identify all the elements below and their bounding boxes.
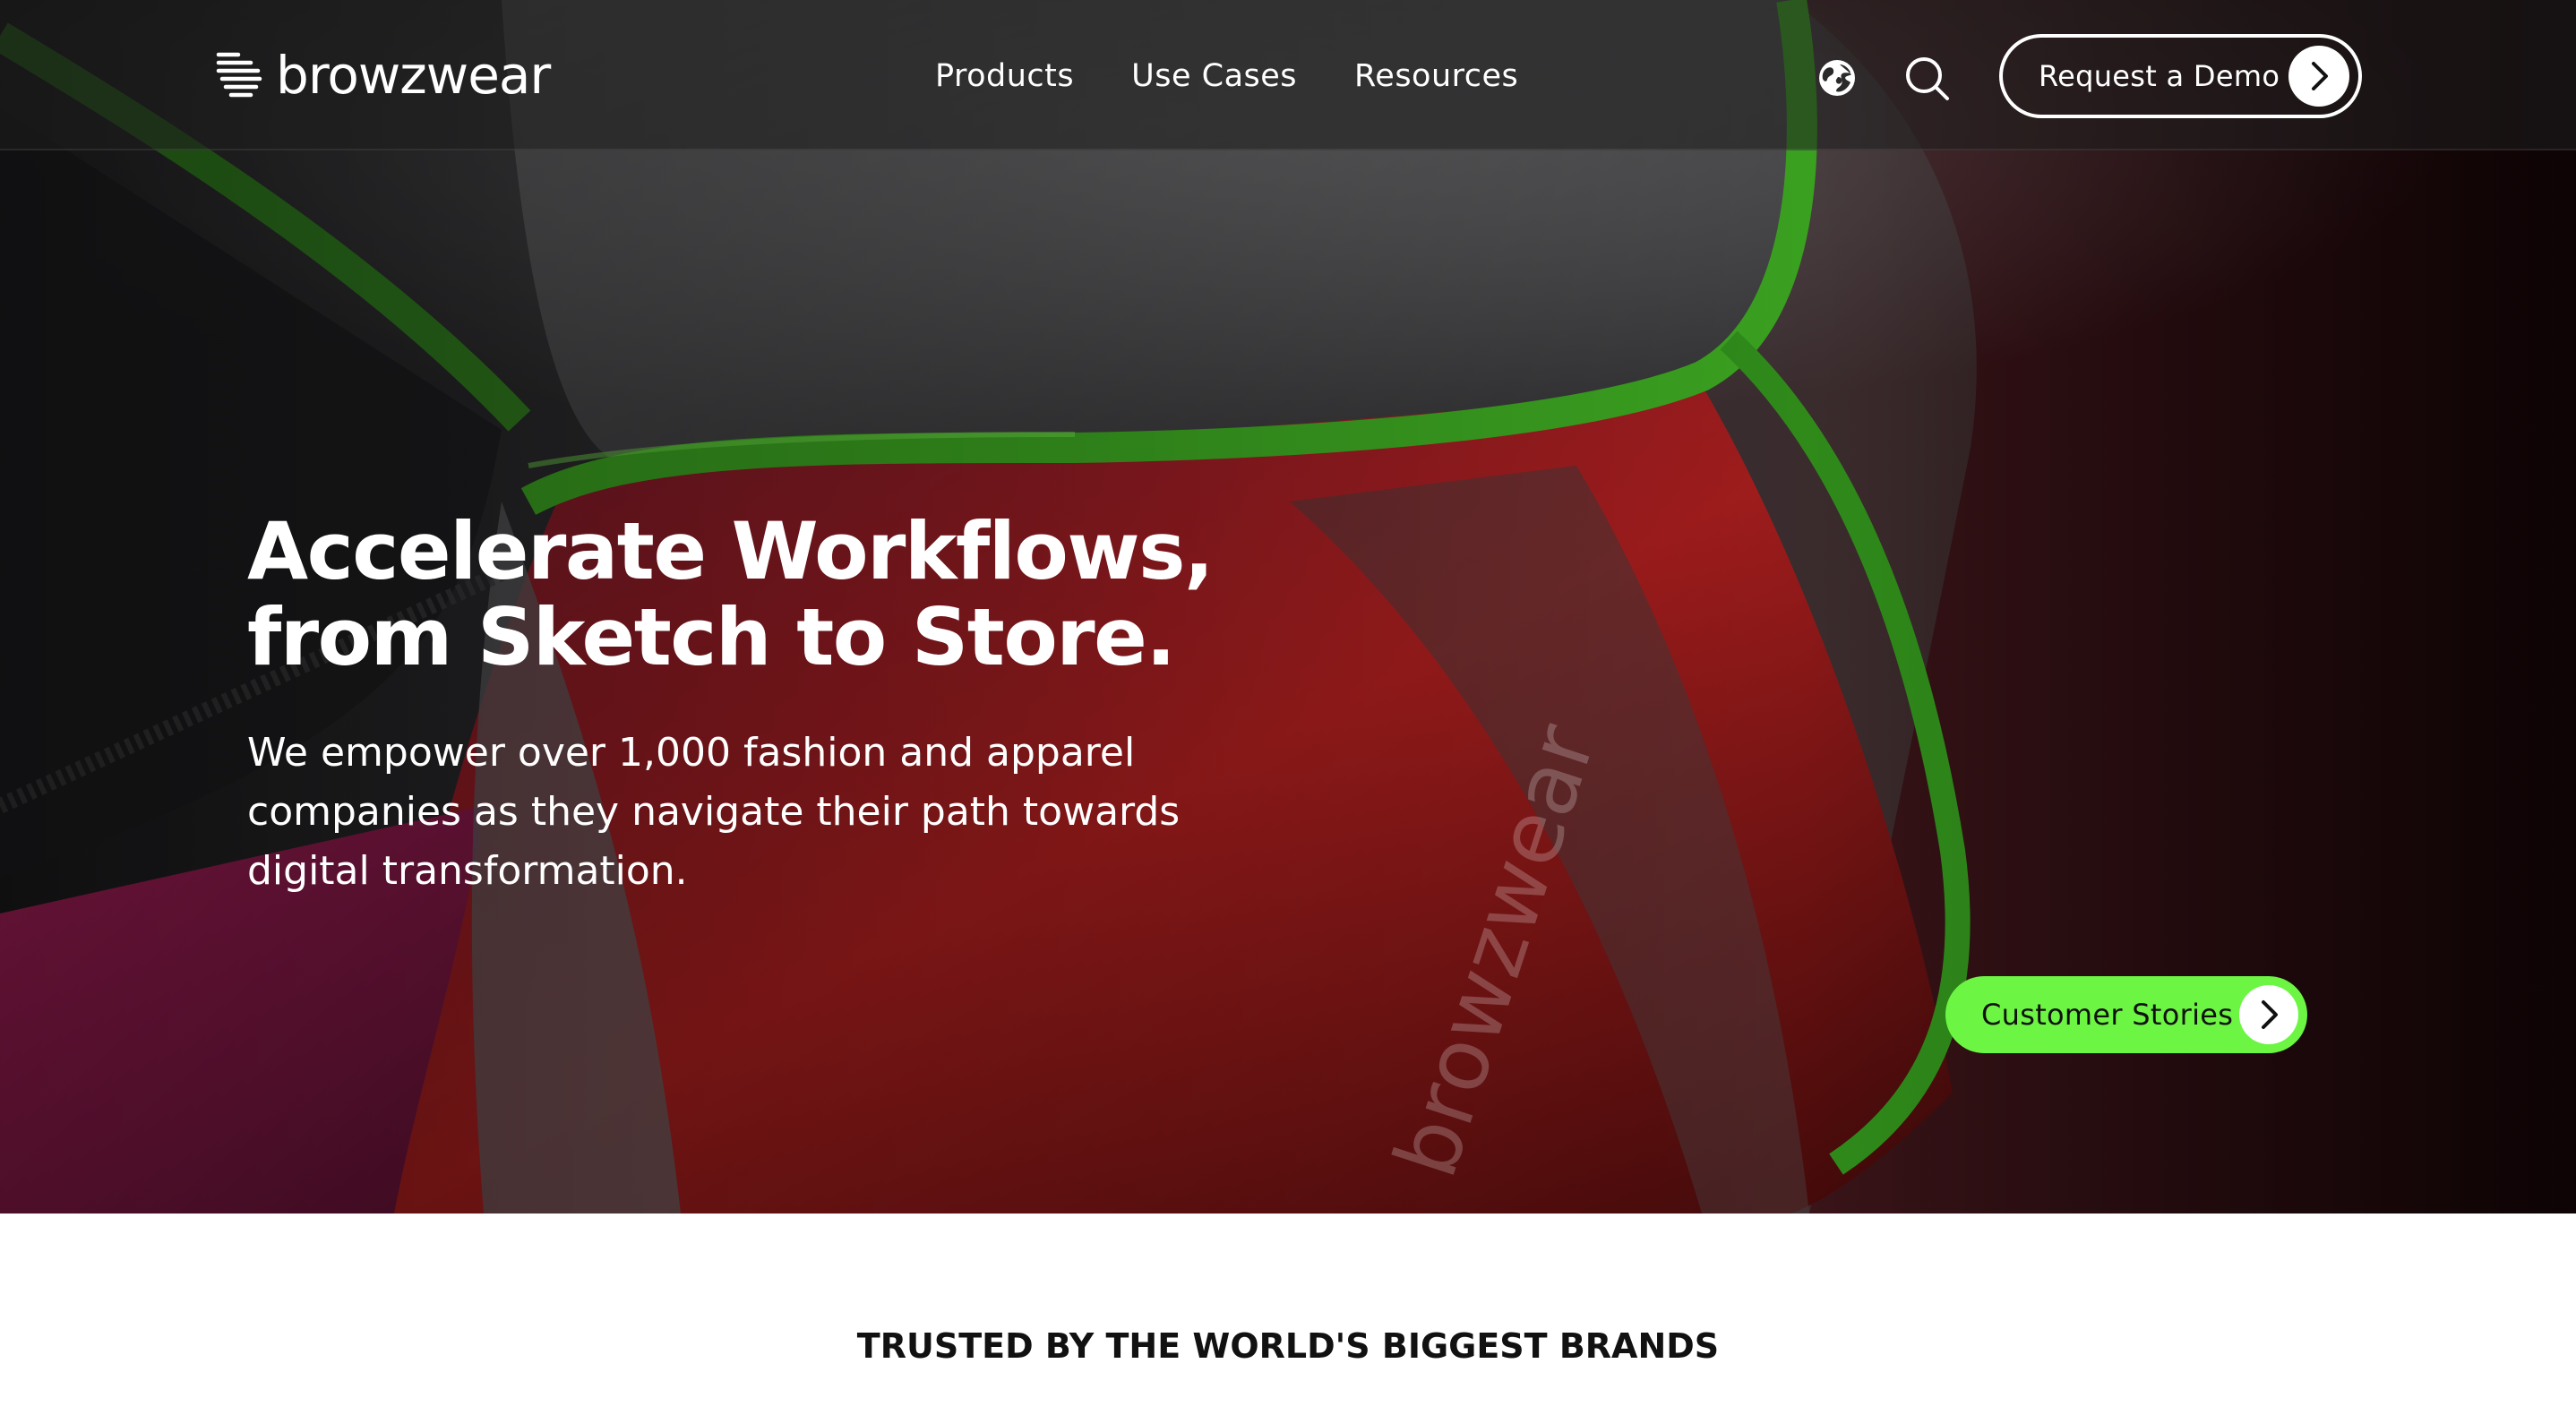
customer-stories-label: Customer Stories [1981, 998, 2234, 1032]
trusted-brands-heading: TRUSTED BY THE WORLD'S BIGGEST BRANDS [856, 1326, 1720, 1366]
hero-section: browzwear browzwear Products Use Cases R… [0, 0, 2576, 1213]
chevron-right-icon [2239, 985, 2298, 1044]
browzwear-logo[interactable]: browzwear [215, 45, 551, 106]
nav-item-resources[interactable]: Resources [1354, 56, 1518, 97]
fabric-print-text: browzwear [1375, 713, 1615, 1188]
page: browzwear browzwear Products Use Cases R… [0, 0, 2576, 1415]
logo-text: browzwear [276, 45, 551, 106]
request-demo-label: Request a Demo [2039, 59, 2280, 93]
logo-mark-icon [216, 52, 262, 98]
hero-title-line-2: from Sketch to Store. [247, 591, 1176, 683]
customer-stories-button[interactable]: Customer Stories [1945, 976, 2307, 1053]
search-icon[interactable] [1902, 54, 1951, 102]
hero-title-line-1: Accelerate Workflows, [247, 505, 1214, 597]
site-header: browzwear Products Use Cases Resources R… [0, 0, 2576, 150]
fabric-brand-print: browzwear [1375, 713, 1615, 1188]
nav-item-products[interactable]: Products [935, 56, 1074, 97]
main-nav: Products Use Cases Resources [935, 56, 1518, 97]
chevron-right-icon [2288, 46, 2349, 107]
nav-item-use-cases[interactable]: Use Cases [1131, 56, 1297, 97]
request-demo-button[interactable]: Request a Demo [1999, 34, 2362, 118]
hero-title: Accelerate Workflows, from Sketch to Sto… [247, 509, 1412, 681]
globe-icon[interactable] [1816, 57, 1858, 99]
hero-subtitle: We empower over 1,000 fashion and appare… [247, 730, 1181, 894]
